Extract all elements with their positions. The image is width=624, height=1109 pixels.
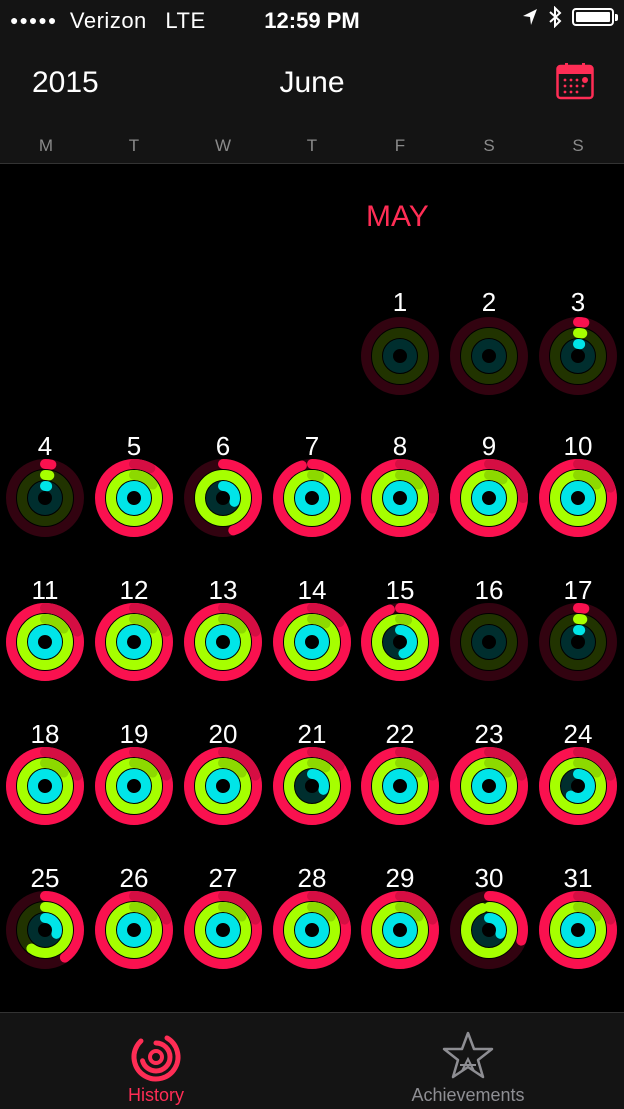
day-activity-rings[interactable] — [449, 602, 529, 682]
weekday-label: F — [394, 136, 406, 155]
day-activity-rings[interactable] — [449, 316, 529, 396]
day-activity-rings[interactable] — [538, 890, 618, 970]
weekday-label: M — [38, 136, 54, 155]
day-activity-rings[interactable] — [272, 890, 352, 970]
day-activity-rings[interactable] — [272, 746, 352, 826]
day-activity-rings[interactable] — [360, 602, 440, 682]
weekday-label: W — [214, 136, 232, 155]
weekday-label: T — [306, 136, 318, 155]
weekday-label: S — [483, 136, 495, 155]
tab-bar: History Achievements — [0, 1012, 624, 1109]
weekday-label: T — [128, 136, 140, 155]
day-activity-rings[interactable] — [94, 890, 174, 970]
battery-icon — [572, 8, 618, 26]
day-activity-rings[interactable] — [538, 316, 618, 396]
weekday-label: S — [572, 136, 584, 155]
day-number: 3 — [570, 287, 586, 317]
day-activity-rings[interactable] — [272, 602, 352, 682]
day-activity-rings[interactable] — [94, 458, 174, 538]
day-activity-rings[interactable] — [360, 890, 440, 970]
day-activity-rings[interactable] — [94, 602, 174, 682]
day-number: 2 — [481, 287, 497, 317]
day-number: 1 — [392, 287, 408, 317]
month-title: June — [279, 66, 345, 99]
status-right — [522, 6, 618, 28]
day-activity-rings[interactable] — [449, 746, 529, 826]
day-activity-rings[interactable] — [5, 746, 85, 826]
tab-history-label: History — [127, 1085, 184, 1105]
location-arrow-icon — [523, 9, 537, 25]
bluetooth-icon — [549, 6, 562, 28]
day-activity-rings[interactable] — [183, 458, 263, 538]
day-activity-rings[interactable] — [449, 890, 529, 970]
star-award-icon — [442, 1031, 494, 1079]
status-bar: ●●●●● Verizon LTE 12:59 PM — [0, 0, 624, 40]
day-activity-rings[interactable] — [183, 602, 263, 682]
month-calendar: MAY 1 2 3 4 5 6 7 8 9 10 11 12 13 14 15 16 17 18 19 20 21 22 2… — [0, 164, 624, 1012]
day-activity-rings[interactable] — [538, 602, 618, 682]
day-activity-rings[interactable] — [360, 746, 440, 826]
tab-achievements[interactable]: Achievements — [312, 1013, 624, 1109]
activity-rings-icon — [131, 1032, 181, 1082]
tab-achievements-label: Achievements — [411, 1085, 525, 1105]
day-activity-rings[interactable] — [360, 316, 440, 396]
day-activity-rings[interactable] — [5, 890, 85, 970]
day-activity-rings[interactable] — [5, 458, 85, 538]
day-activity-rings[interactable] — [272, 458, 352, 538]
day-activity-rings[interactable] — [449, 458, 529, 538]
month-label: MAY — [366, 200, 429, 233]
day-activity-rings[interactable] — [183, 890, 263, 970]
day-activity-rings[interactable] — [360, 458, 440, 538]
day-activity-rings[interactable] — [538, 458, 618, 538]
weekday-header: M T W T F S S — [0, 136, 624, 160]
day-activity-rings[interactable] — [94, 746, 174, 826]
tab-history[interactable]: History — [0, 1013, 312, 1109]
day-activity-rings[interactable] — [183, 746, 263, 826]
day-activity-rings[interactable] — [5, 602, 85, 682]
calendar-header: 2015 June M T W T F S S — [0, 40, 624, 164]
day-activity-rings[interactable] — [538, 746, 618, 826]
calendar-icon[interactable] — [556, 62, 594, 100]
